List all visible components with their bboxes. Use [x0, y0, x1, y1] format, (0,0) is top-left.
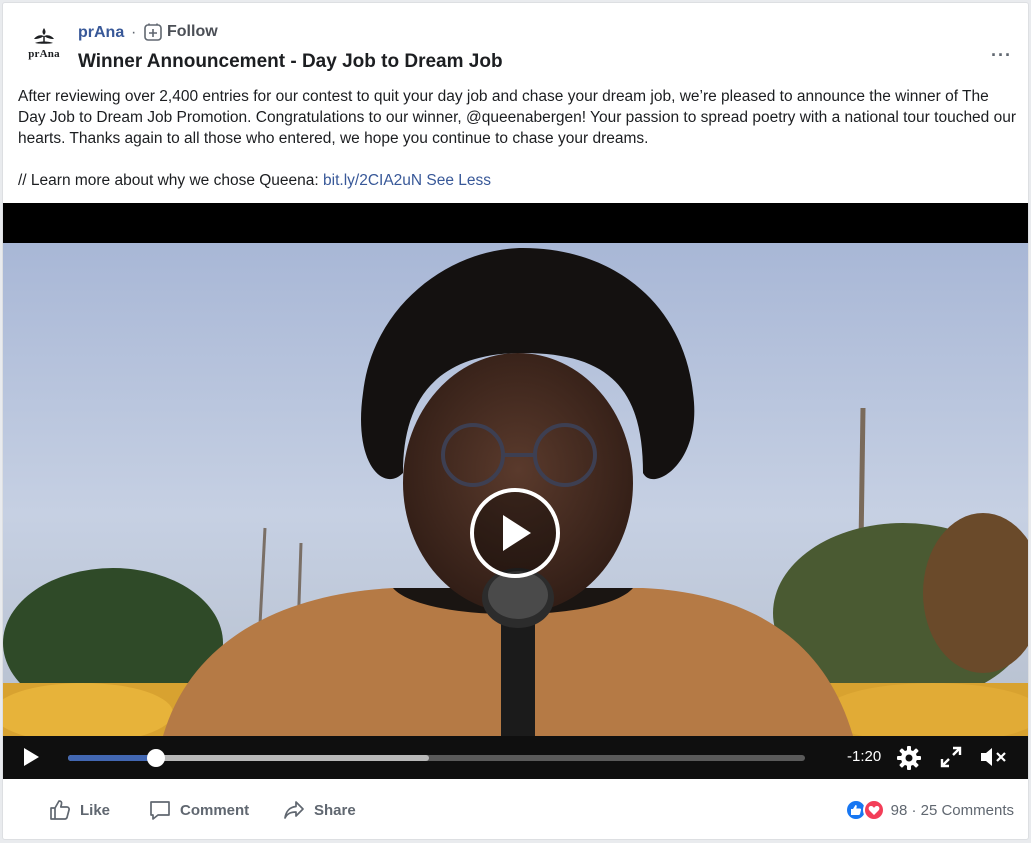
- progress-played: [68, 755, 157, 761]
- reaction-icons: [844, 799, 885, 821]
- more-options-button[interactable]: ···: [991, 45, 1012, 66]
- video-frame[interactable]: [3, 243, 1028, 736]
- control-play-button[interactable]: [21, 747, 41, 772]
- logo-wordmark: prAna: [28, 48, 60, 60]
- post-title: Winner Announcement - Day Job to Dream J…: [78, 51, 503, 72]
- like-label: Like: [80, 801, 111, 819]
- comment-bubble-icon: [150, 801, 170, 820]
- video-player[interactable]: -1:20: [3, 203, 1028, 779]
- video-progress-slider[interactable]: [68, 749, 805, 767]
- like-button[interactable]: Like: [48, 798, 110, 822]
- separator-dot: ·: [131, 24, 137, 41]
- comment-label: Comment: [180, 801, 250, 819]
- share-button[interactable]: Share: [282, 798, 356, 822]
- page-name-link[interactable]: prAna: [78, 24, 124, 42]
- post-actions-bar: Like Comment Share 98 · 25 Comments: [3, 779, 1028, 839]
- link-prefix-text: // Learn more about why we chose Queena:: [18, 172, 324, 189]
- play-icon: [24, 748, 39, 766]
- progress-scrubber-handle[interactable]: [147, 749, 166, 767]
- share-label: Share: [314, 801, 356, 819]
- fullscreen-icon: [940, 746, 962, 768]
- time-remaining: -1:20: [847, 748, 882, 765]
- post-paragraph: After reviewing over 2,400 entries for o…: [18, 88, 1017, 147]
- reactions-summary[interactable]: 98 · 25 Comments: [844, 799, 1014, 821]
- post-card: prAna prAna · Follow Winner Announcement…: [2, 2, 1029, 840]
- play-triangle-icon: [503, 515, 531, 551]
- follow-label: Follow: [167, 23, 218, 40]
- mute-toggle-button[interactable]: [979, 745, 1009, 774]
- fullscreen-button[interactable]: [939, 745, 963, 774]
- post-body: After reviewing over 2,400 entries for o…: [18, 86, 1018, 191]
- love-reaction-icon: [862, 799, 885, 821]
- settings-button[interactable]: [896, 745, 922, 776]
- play-video-button[interactable]: [470, 488, 560, 578]
- thumbs-up-icon: [50, 800, 70, 820]
- video-controls-bar: -1:20: [3, 736, 1028, 779]
- follow-plus-icon: [144, 23, 162, 41]
- comment-button[interactable]: Comment: [148, 798, 249, 822]
- prana-emblem-icon: [34, 28, 54, 44]
- muted-speaker-icon: [981, 748, 1006, 766]
- reactions-and-comments-count[interactable]: 98 · 25 Comments: [891, 802, 1014, 819]
- see-less-link[interactable]: See Less: [426, 172, 491, 189]
- share-arrow-icon: [284, 801, 304, 819]
- follow-button[interactable]: Follow: [143, 22, 218, 42]
- settings-gear-icon: [897, 746, 921, 770]
- short-url-link[interactable]: bit.ly/2CIA2uN: [323, 172, 422, 189]
- post-paragraph-link-line: // Learn more about why we chose Queena:…: [18, 170, 1018, 191]
- page-logo[interactable]: prAna: [21, 27, 67, 67]
